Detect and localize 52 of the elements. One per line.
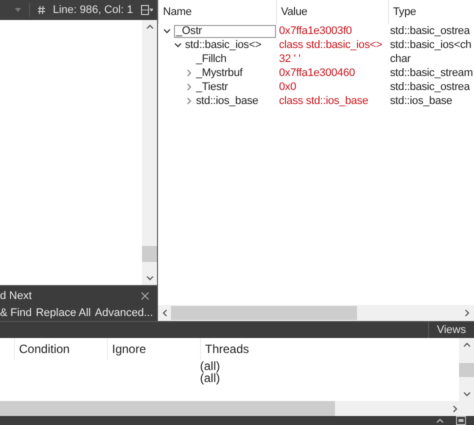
threads-cell: (all) [200,372,220,384]
threads-cell: (all) [200,360,220,372]
column-header[interactable]: Ignore [107,338,200,360]
variable-name[interactable]: _Ostr [174,24,276,38]
variable-type: std::basic_stream [390,66,473,78]
variable-name[interactable]: _Mystrbuf [196,68,242,78]
scroll-left-icon[interactable] [162,308,167,317]
scroll-thumb[interactable] [171,306,357,320]
scroll-thumb[interactable] [459,362,474,377]
views-button[interactable]: Views [428,322,474,338]
variable-type: std::basic_ostrea [390,24,470,36]
column-header[interactable]: Name [158,0,276,24]
variable-type: std::ios_base [390,94,452,106]
scroll-down-icon[interactable] [146,276,154,281]
window-icon[interactable] [456,416,466,425]
variable-value: 0x7ffa1e3003f0 [279,24,352,36]
line-col-status: Line: 986, Col: 1 [52,2,133,18]
horizontal-scrollbar[interactable] [0,401,474,416]
variable-type: char [390,52,411,64]
split-view-icon[interactable] [141,5,153,15]
variable-name[interactable]: _Tiestr [196,82,228,92]
find-next-label: d Next [0,288,32,304]
variable-value: 0x0 [279,80,296,92]
scroll-right-icon[interactable] [465,308,470,317]
scroll-up-icon[interactable] [146,24,154,29]
scroll-up-icon[interactable] [462,342,470,348]
scroll-thumb[interactable] [0,401,335,416]
variable-type: std::basic_ios<ch [390,38,472,50]
variable-name[interactable]: std::basic_ios<> [185,40,262,50]
variable-name[interactable]: _Fillch [196,54,226,64]
find-bar-button[interactable]: & Find [0,308,32,320]
vertical-scrollbar[interactable] [142,20,157,285]
find-bar-button[interactable]: Replace All [36,308,91,320]
horizontal-scrollbar[interactable] [158,304,474,321]
find-bar-button[interactable]: Advanced... [94,308,153,320]
variable-type: std::basic_ostrea [390,80,470,92]
variable-value: class std::basic_ios<> [279,38,382,50]
column-header[interactable]: Condition [14,338,107,360]
variable-name[interactable]: std::ios_base [196,96,258,106]
close-icon[interactable] [141,292,149,300]
vertical-scrollbar[interactable] [459,338,474,401]
hash-icon [38,6,45,14]
scroll-right-icon[interactable] [453,404,458,412]
variable-value: class std::ios_base [279,94,368,106]
column-header[interactable]: Threads [200,338,280,360]
column-header[interactable]: Type [388,0,474,24]
scroll-thumb[interactable] [142,246,157,262]
collapse-icon[interactable] [436,418,444,423]
column-header[interactable]: Value [276,0,388,24]
variable-value: 0x7ffa1e300460 [279,66,355,78]
variable-value: 32 ' ' [279,52,300,64]
scroll-down-icon[interactable] [462,392,470,397]
